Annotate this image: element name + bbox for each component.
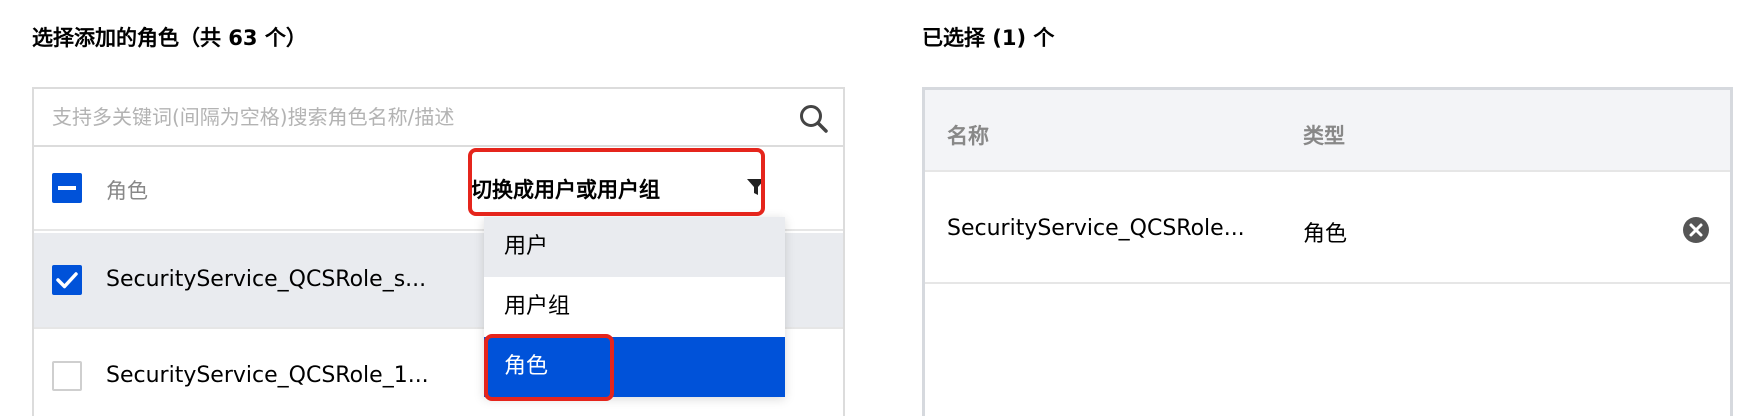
row-checkbox[interactable] [52, 361, 82, 391]
left-panel-title: 选择添加的角色（共 63 个） [32, 26, 307, 50]
switch-type-button[interactable]: 切换成用户或用户组 [471, 174, 660, 204]
column-header-role: 角色 [106, 179, 148, 203]
selected-role-name: SecurityService_QCSRole... [947, 216, 1245, 241]
selected-panel: 名称 类型 SecurityService_QCSRole... 角色 [922, 87, 1733, 416]
search-bar [34, 89, 843, 147]
column-header-type: 类型 [1303, 124, 1345, 148]
selected-role-type: 角色 [1303, 222, 1348, 247]
selected-table-header: 名称 类型 [925, 90, 1730, 172]
checkmark-icon [56, 272, 78, 289]
selected-row: SecurityService_QCSRole... 角色 [925, 174, 1730, 284]
dropdown-item-user-group[interactable]: 用户组 [484, 277, 785, 337]
search-input[interactable] [52, 101, 772, 133]
right-panel-title: 已选择 (1) 个 [922, 26, 1055, 50]
role-name: SecurityService_QCSRole_1... [106, 363, 429, 388]
search-icon[interactable] [798, 103, 830, 135]
remove-icon[interactable] [1682, 216, 1710, 244]
filter-icon[interactable] [746, 177, 766, 197]
type-dropdown-menu: 用户 用户组 角色 [484, 217, 785, 397]
role-name: SecurityService_QCSRole_s... [106, 267, 427, 292]
row-checkbox-checked[interactable] [52, 265, 82, 295]
column-header-name: 名称 [947, 124, 989, 148]
select-all-checkbox[interactable] [52, 173, 82, 203]
dropdown-item-user[interactable]: 用户 [484, 217, 785, 277]
dropdown-item-role[interactable]: 角色 [484, 337, 785, 397]
